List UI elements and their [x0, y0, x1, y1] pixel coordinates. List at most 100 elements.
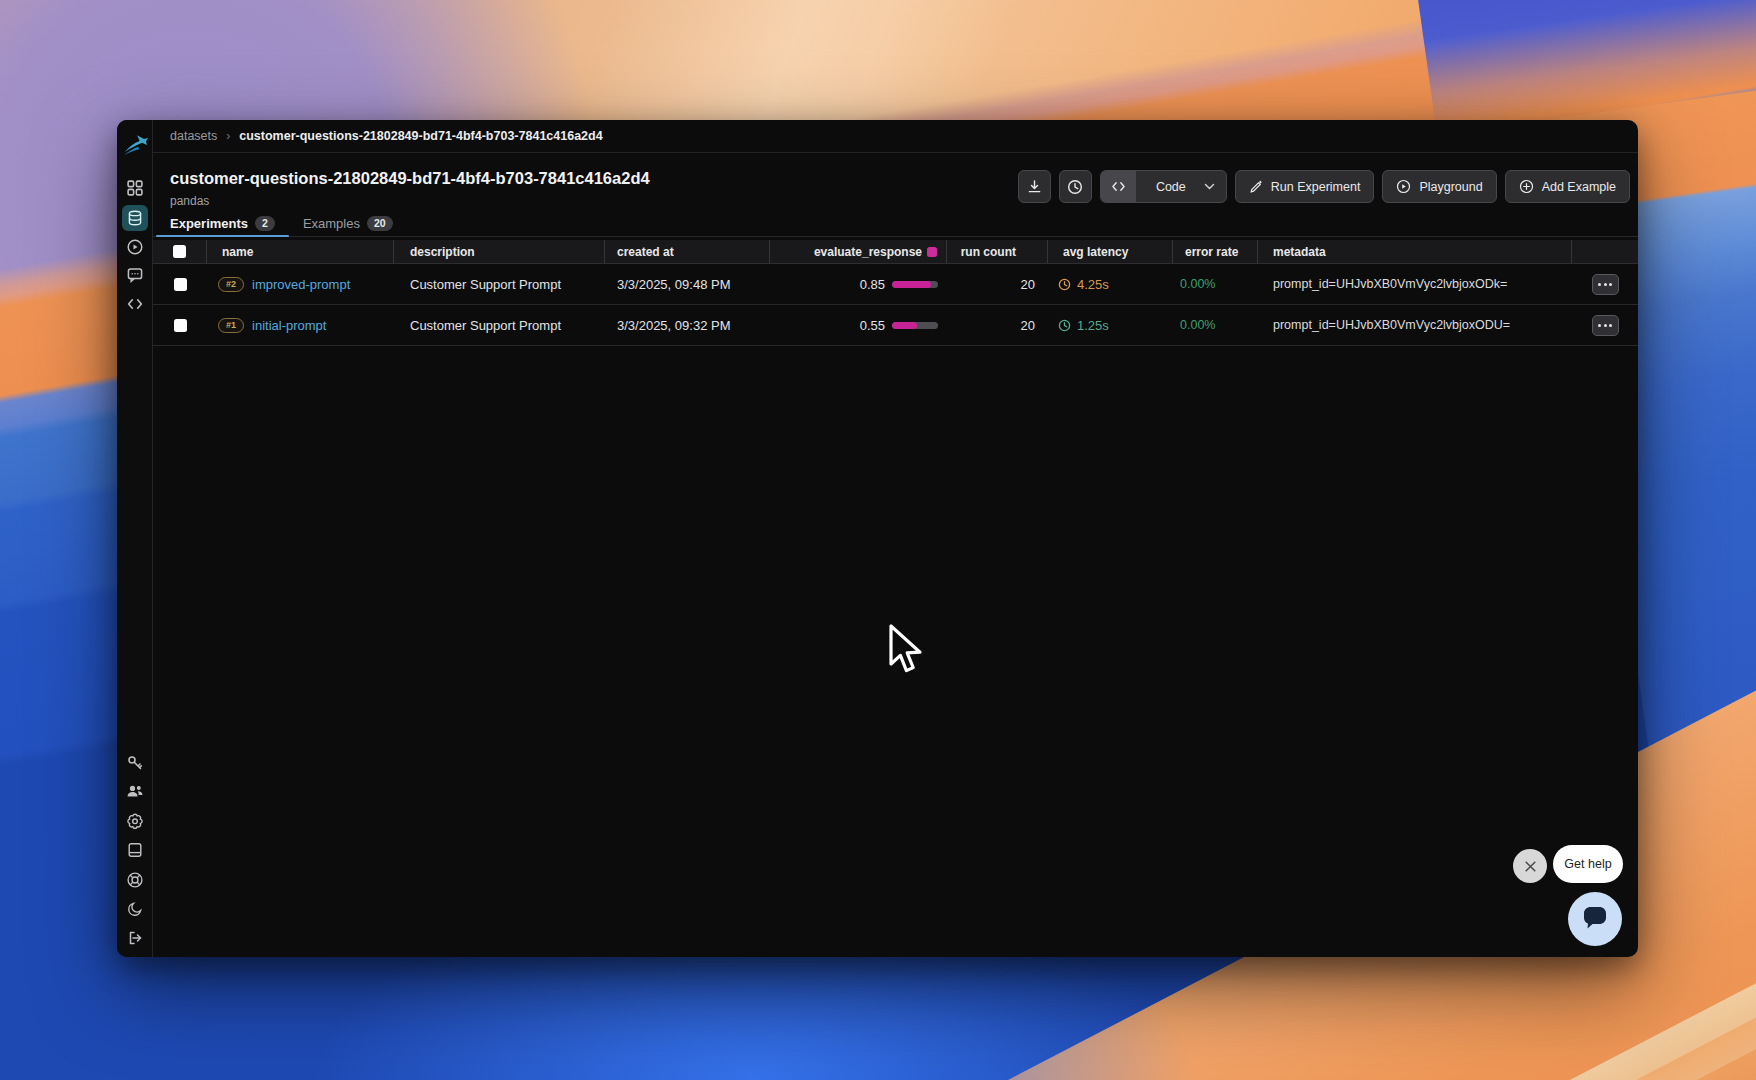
users-icon[interactable] — [126, 784, 143, 799]
version-badge: #1 — [218, 318, 244, 333]
table-header-row: name description created at evaluate_res… — [153, 240, 1638, 264]
playground-button[interactable]: Playground — [1382, 170, 1496, 203]
select-all-checkbox-cell — [153, 240, 207, 263]
cell-evaluate-response: 0.55 — [770, 305, 947, 345]
col-evaluate-response-label: evaluate_response — [814, 245, 922, 259]
col-error-rate[interactable]: error rate — [1173, 240, 1258, 263]
cell-evaluate-response: 0.85 — [770, 264, 947, 304]
playground-label: Playground — [1419, 180, 1482, 194]
chat-bubble-icon — [1578, 903, 1612, 935]
col-run-count[interactable]: run count — [947, 240, 1048, 263]
feedback-pink-icon — [927, 247, 937, 257]
chevron-down-icon — [1204, 183, 1226, 190]
version-badge: #2 — [218, 277, 244, 292]
pencil-icon — [1249, 180, 1263, 194]
app-window: datasets › customer-questions-21802849-b… — [117, 120, 1638, 957]
tab-examples-count: 20 — [367, 216, 393, 231]
breadcrumb-current: customer-questions-21802849-bd71-4bf4-b7… — [239, 129, 602, 143]
breadcrumb-separator-icon: › — [226, 129, 230, 143]
code-dropdown-label: Code — [1144, 180, 1196, 194]
play-circle-icon — [1396, 179, 1411, 194]
settings-flower-icon[interactable] — [126, 813, 143, 830]
cell-run-count: 20 — [947, 264, 1048, 304]
cell-metadata: prompt_id=UHJvbXB0VmVyc2lvbjoxODk= — [1258, 264, 1572, 304]
row-actions-button[interactable] — [1592, 274, 1619, 295]
logout-icon[interactable] — [127, 930, 143, 946]
datasets-database-icon[interactable] — [127, 210, 143, 226]
col-evaluate-response[interactable]: evaluate_response — [770, 240, 947, 263]
cell-created-at: 3/3/2025, 09:32 PM — [605, 305, 770, 345]
row-actions-button[interactable] — [1592, 315, 1619, 336]
latency-value: 4.25s — [1077, 277, 1109, 292]
header-actions: Code Run Experiment Playground — [1018, 170, 1630, 203]
experiment-link[interactable]: improved-prompt — [252, 277, 350, 292]
main-content: datasets › customer-questions-21802849-b… — [153, 120, 1638, 957]
tab-examples[interactable]: Examples 20 — [289, 210, 407, 236]
code-brackets-icon — [1101, 171, 1136, 202]
cell-run-count: 20 — [947, 305, 1048, 345]
dismiss-help-button[interactable] — [1513, 849, 1547, 883]
add-example-label: Add Example — [1542, 180, 1616, 194]
plus-circle-icon — [1519, 179, 1534, 194]
cell-error-rate: 0.00% — [1173, 305, 1258, 345]
table-row: #1 initial-prompt Customer Support Prompt… — [153, 305, 1638, 346]
sidebar — [117, 120, 153, 957]
col-avg-latency[interactable]: avg latency — [1048, 240, 1173, 263]
mouse-cursor — [888, 623, 922, 675]
history-button[interactable] — [1059, 170, 1092, 203]
page-subtitle: pandas — [170, 194, 209, 208]
runs-play-circle-icon[interactable] — [126, 239, 143, 256]
breadcrumb-datasets[interactable]: datasets — [170, 129, 217, 143]
cell-error-rate: 0.00% — [1173, 264, 1258, 304]
close-icon — [1524, 860, 1537, 873]
langsmith-logo-icon[interactable] — [121, 133, 149, 158]
experiment-link[interactable]: initial-prompt — [252, 318, 326, 333]
col-created-at[interactable]: created at — [605, 240, 770, 263]
tab-examples-label: Examples — [303, 216, 360, 231]
col-actions — [1572, 240, 1638, 263]
code-dropdown[interactable]: Code — [1100, 170, 1227, 203]
table-row: #2 improved-prompt Customer Support Promp… — [153, 264, 1638, 305]
apps-grid-icon[interactable] — [126, 180, 143, 197]
code-icon[interactable] — [126, 297, 143, 312]
run-experiment-button[interactable]: Run Experiment — [1235, 170, 1375, 203]
row-checkbox[interactable] — [174, 319, 187, 332]
tab-experiments-count: 2 — [255, 216, 275, 231]
row-checkbox[interactable] — [174, 278, 187, 291]
download-button[interactable] — [1018, 170, 1051, 203]
desktop: datasets › customer-questions-21802849-b… — [0, 0, 1756, 1080]
col-name[interactable]: name — [207, 240, 394, 263]
tab-bar: Experiments 2 Examples 20 — [153, 210, 1638, 237]
support-lifebuoy-icon[interactable] — [126, 872, 143, 889]
dark-mode-moon-icon[interactable] — [127, 901, 143, 917]
evaluate-bar — [892, 281, 938, 288]
key-icon[interactable] — [127, 755, 143, 771]
latency-value: 1.25s — [1077, 318, 1109, 333]
col-description[interactable]: description — [394, 240, 605, 263]
col-metadata[interactable]: metadata — [1258, 240, 1572, 263]
annotations-chat-icon[interactable] — [126, 267, 143, 284]
tab-experiments-label: Experiments — [170, 216, 248, 231]
add-example-button[interactable]: Add Example — [1505, 170, 1630, 203]
chat-widget-button[interactable] — [1568, 892, 1622, 946]
cell-description: Customer Support Prompt — [394, 305, 605, 345]
evaluate-bar — [892, 322, 938, 329]
error-rate-value: 0.00% — [1180, 277, 1215, 291]
run-experiment-label: Run Experiment — [1271, 180, 1361, 194]
get-help-label: Get help — [1564, 857, 1611, 871]
evaluate-score: 0.85 — [860, 277, 885, 292]
metadata-value: prompt_id=UHJvbXB0VmVyc2lvbjoxODk= — [1273, 277, 1507, 291]
clock-icon — [1067, 179, 1083, 195]
select-all-checkbox[interactable] — [173, 245, 186, 258]
cell-avg-latency: 1.25s — [1048, 305, 1173, 345]
error-rate-value: 0.00% — [1180, 318, 1215, 332]
tab-experiments[interactable]: Experiments 2 — [156, 210, 289, 236]
get-help-button[interactable]: Get help — [1553, 845, 1623, 883]
breadcrumb: datasets › customer-questions-21802849-b… — [153, 120, 1638, 153]
cell-created-at: 3/3/2025, 09:48 PM — [605, 264, 770, 304]
download-icon — [1027, 179, 1042, 194]
cell-description: Customer Support Prompt — [394, 264, 605, 304]
page-title: customer-questions-21802849-bd71-4bf4-b7… — [170, 169, 650, 188]
docs-book-icon[interactable] — [127, 842, 143, 858]
latency-clock-icon — [1058, 278, 1071, 291]
